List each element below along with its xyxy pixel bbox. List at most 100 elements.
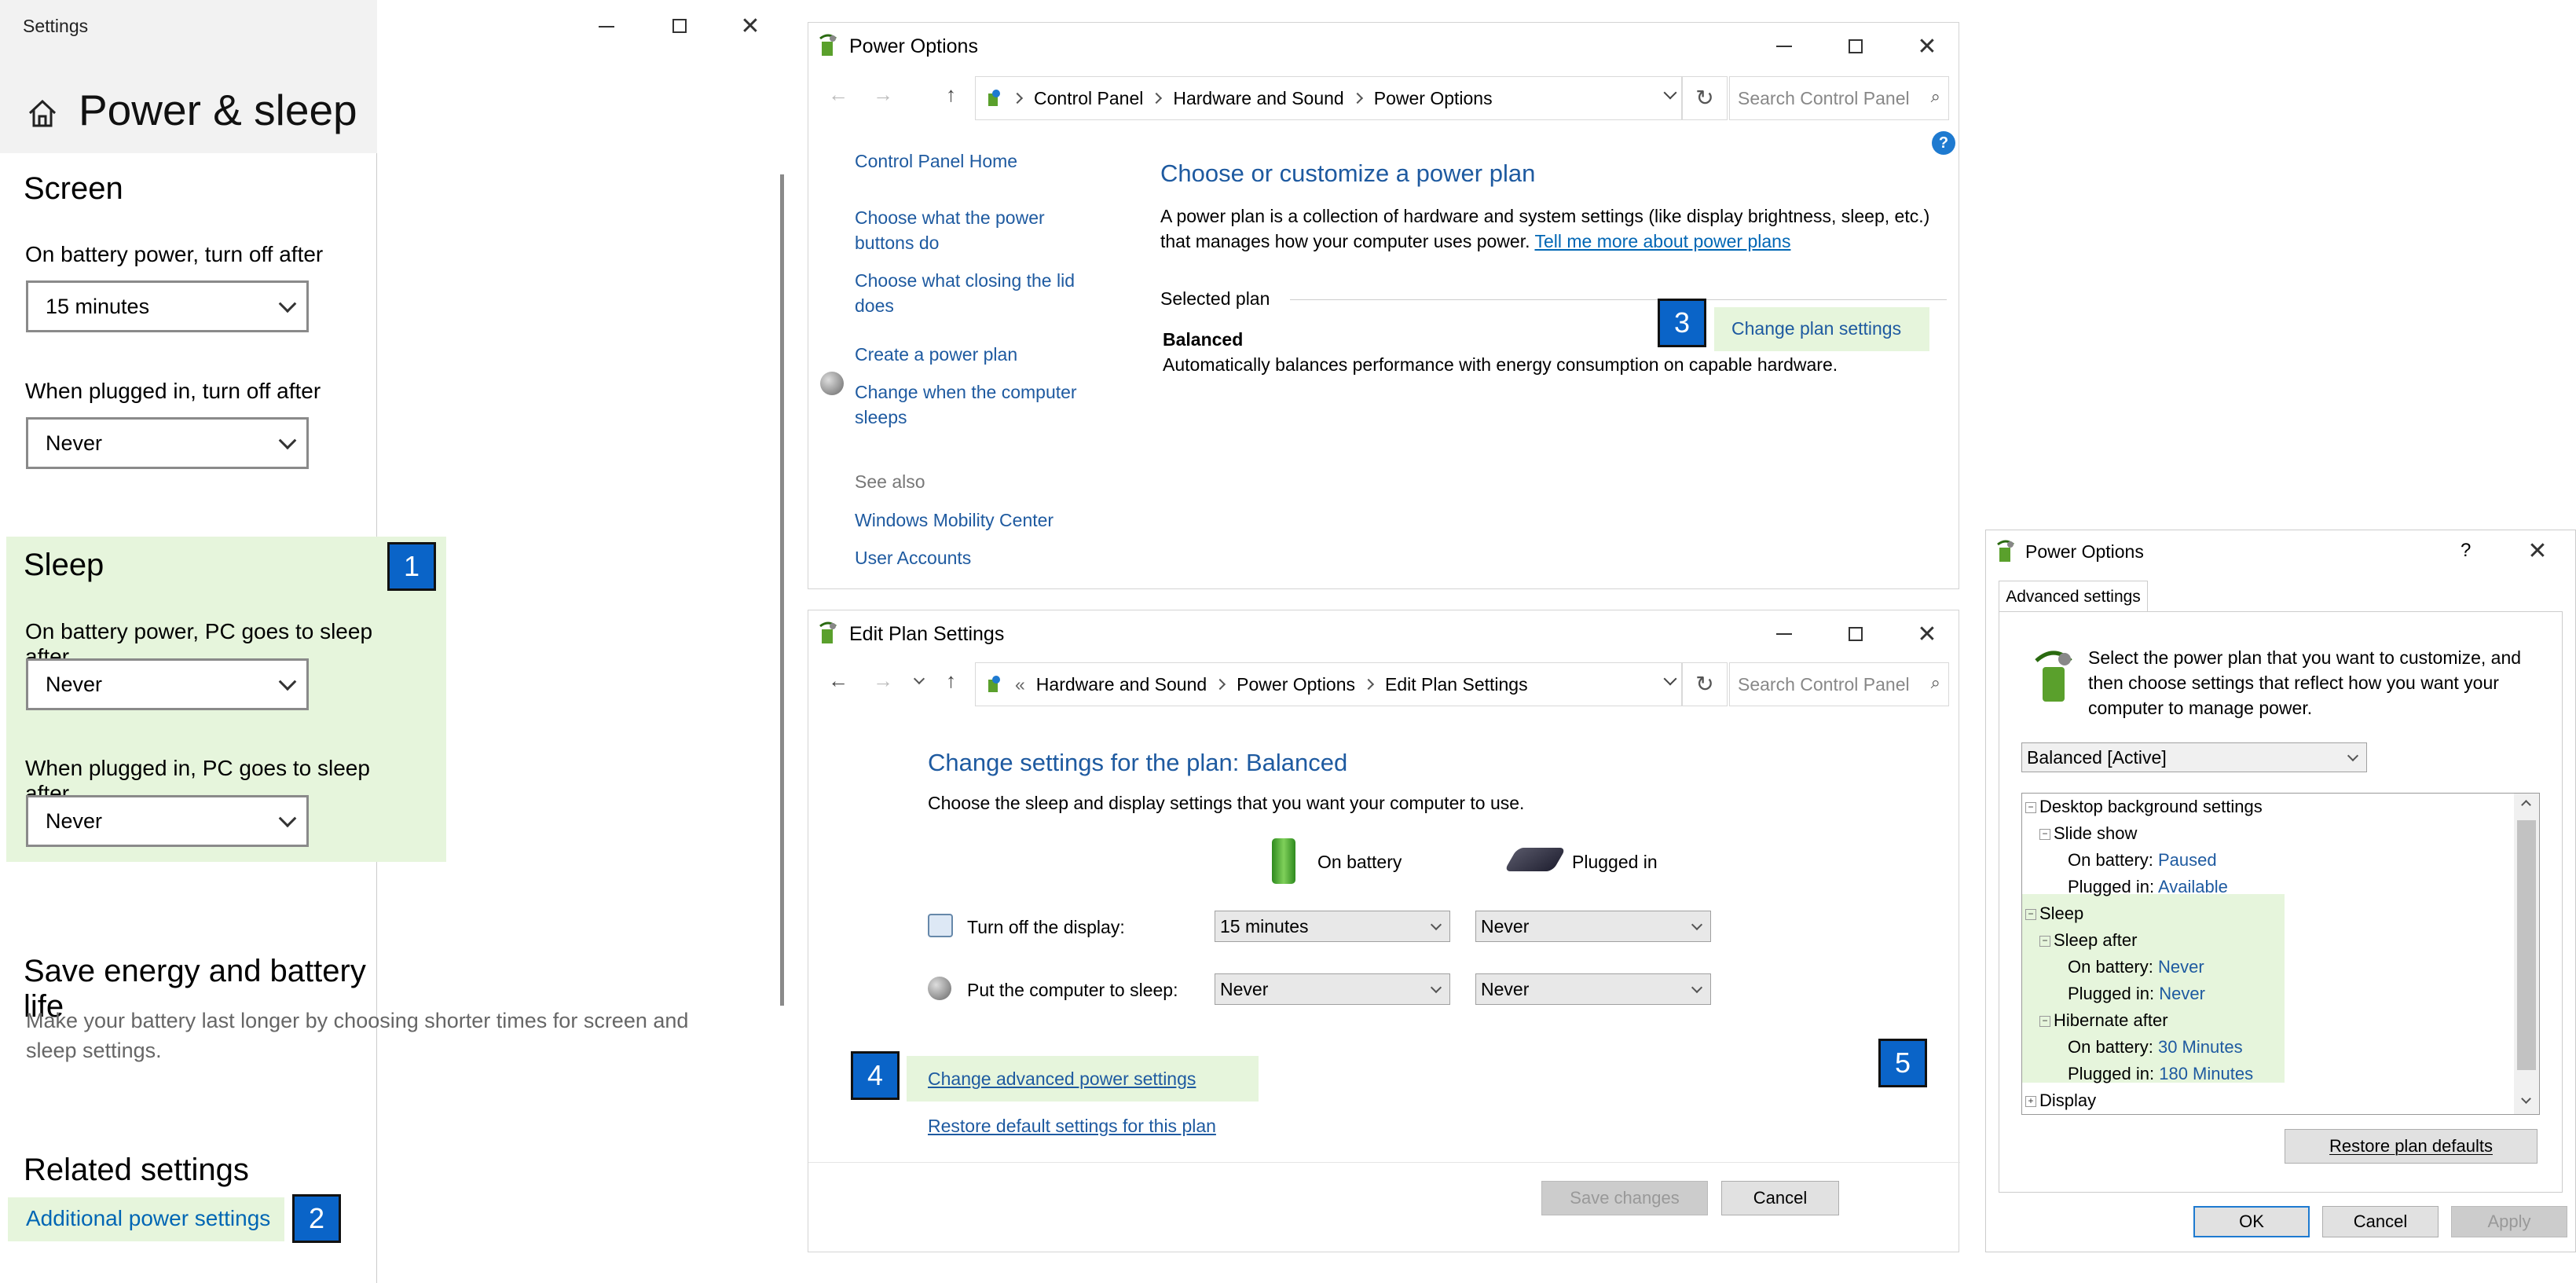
create-power-plan-link[interactable]: Create a power plan	[855, 342, 1017, 367]
tree-slide-battery[interactable]: On battery: Paused	[2025, 847, 2505, 874]
tree-scroll-thumb[interactable]	[2517, 820, 2536, 1070]
back-arrow-icon[interactable]: ←	[828, 82, 848, 107]
collapse-icon[interactable]: −	[2039, 829, 2050, 841]
close-button[interactable]: ✕	[1911, 31, 1943, 62]
mobility-center-link[interactable]: Windows Mobility Center	[855, 508, 1053, 533]
settings-tree[interactable]: − Desktop background settings − Slide show…	[2021, 793, 2540, 1115]
home-icon[interactable]	[25, 96, 60, 130]
address-bar[interactable]: « Hardware and Sound Power Options Edit …	[975, 662, 1682, 706]
tree-slide-plugged-value[interactable]: Available	[2158, 877, 2228, 896]
collapse-icon[interactable]: −	[2039, 1016, 2050, 1028]
ok-button[interactable]: OK	[2193, 1206, 2310, 1237]
advanced-cancel-button[interactable]: Cancel	[2322, 1206, 2439, 1237]
tree-desktop-bg[interactable]: − Desktop background settings	[2025, 794, 2505, 820]
advanced-settings-tab[interactable]: Advanced settings	[1999, 581, 2148, 612]
address-dropdown-icon[interactable]	[1663, 672, 1677, 686]
help-button[interactable]: ?	[2461, 540, 2471, 562]
breadcrumb-hardware-sound[interactable]: Hardware and Sound	[1036, 674, 1207, 695]
search-icon: ⌕	[1930, 86, 1940, 106]
tree-sleep-plugged[interactable]: Plugged in: Never	[2025, 981, 2505, 1007]
settings-window-title: Settings	[23, 16, 89, 36]
screen-battery-dropdown[interactable]: 15 minutes	[26, 280, 309, 332]
cancel-button[interactable]: Cancel	[1721, 1181, 1839, 1215]
breadcrumb-control-panel[interactable]: Control Panel	[1034, 88, 1143, 109]
restore-plan-defaults-button[interactable]: Restore plan defaults	[2285, 1129, 2538, 1164]
tree-sleep-battery[interactable]: On battery: Never	[2025, 954, 2505, 981]
sleep-plugged-dropdown[interactable]: Never	[26, 795, 309, 847]
maximize-button[interactable]	[664, 11, 695, 42]
breadcrumb-overflow-icon[interactable]: «	[1015, 674, 1025, 695]
tree-hib-battery-value[interactable]: 30 Minutes	[2158, 1037, 2243, 1057]
forward-arrow-icon[interactable]: →	[873, 669, 893, 693]
breadcrumb-power-options[interactable]: Power Options	[1237, 674, 1355, 695]
minimize-button[interactable]	[591, 11, 622, 42]
screen-battery-label: On battery power, turn off after	[25, 242, 324, 266]
change-advanced-settings-link[interactable]: Change advanced power settings	[928, 1066, 1196, 1091]
tree-hib-plugged[interactable]: Plugged in: 180 Minutes	[2025, 1061, 2505, 1087]
scroll-up-icon[interactable]	[2521, 800, 2531, 810]
display-plugged-select[interactable]: Never	[1475, 911, 1711, 942]
closing-lid-link[interactable]: Choose what closing the lid does	[855, 268, 1106, 318]
recent-locations-icon[interactable]	[913, 673, 925, 685]
refresh-button[interactable]: ↻	[1682, 662, 1728, 706]
power-buttons-link[interactable]: Choose what the power buttons do	[855, 205, 1090, 255]
breadcrumb-power-options[interactable]: Power Options	[1374, 88, 1493, 109]
minimize-button[interactable]	[1768, 31, 1800, 62]
tree-hib-battery[interactable]: On battery: 30 Minutes	[2025, 1034, 2505, 1061]
tree-sleep-battery-value[interactable]: Never	[2158, 957, 2204, 977]
screen-plugged-dropdown[interactable]: Never	[26, 417, 309, 469]
sleep-battery-dropdown[interactable]: Never	[26, 658, 309, 710]
maximize-button[interactable]	[1840, 618, 1871, 650]
tree-scrollbar[interactable]	[2514, 794, 2539, 1114]
chevron-down-icon	[1691, 918, 1703, 931]
scroll-down-icon[interactable]	[2521, 1094, 2531, 1104]
additional-power-settings-link[interactable]: Additional power settings	[26, 1206, 270, 1231]
settings-scrollbar[interactable]	[780, 174, 784, 1006]
search-box[interactable]: Search Control Panel ⌕	[1729, 76, 1949, 120]
breadcrumb-edit-plan[interactable]: Edit Plan Settings	[1385, 674, 1528, 695]
tree-hibernate-after[interactable]: − Hibernate after	[2025, 1007, 2505, 1034]
maximize-button[interactable]	[1840, 31, 1871, 62]
tree-hib-plugged-value[interactable]: 180 Minutes	[2159, 1064, 2253, 1083]
forward-arrow-icon[interactable]: →	[873, 82, 893, 107]
up-arrow-icon[interactable]: ↑	[946, 669, 956, 693]
back-arrow-icon[interactable]: ←	[828, 669, 848, 693]
tree-sleep-after[interactable]: − Sleep after	[2025, 927, 2505, 954]
restore-defaults-link[interactable]: Restore default settings for this plan	[928, 1113, 1216, 1138]
close-button[interactable]: ✕	[2522, 535, 2553, 566]
change-plan-settings-link[interactable]: Change plan settings	[1731, 316, 1901, 341]
collapse-icon[interactable]: −	[2025, 802, 2036, 814]
put-to-sleep-label: Put the computer to sleep:	[967, 980, 1178, 1000]
plan-select[interactable]: Balanced [Active]	[2021, 742, 2367, 772]
control-panel-home-link[interactable]: Control Panel Home	[855, 148, 1017, 174]
collapse-icon[interactable]: −	[2025, 909, 2036, 921]
tree-sleep-plugged-value[interactable]: Never	[2159, 984, 2205, 1003]
display-battery-value: 15 minutes	[1220, 915, 1309, 937]
help-icon[interactable]: ?	[1932, 131, 1955, 155]
tree-slide-plugged[interactable]: Plugged in: Available	[2025, 874, 2505, 900]
tree-display[interactable]: + Display	[2025, 1087, 2505, 1114]
close-button[interactable]: ✕	[1911, 618, 1943, 650]
sleep-battery-select[interactable]: Never	[1215, 973, 1450, 1005]
address-bar[interactable]: Control Panel Hardware and Sound Power O…	[975, 76, 1682, 120]
tell-me-more-link[interactable]: Tell me more about power plans	[1534, 231, 1790, 251]
expand-icon[interactable]: +	[2025, 1096, 2036, 1108]
minimize-button[interactable]	[1768, 618, 1800, 650]
search-box[interactable]: Search Control Panel ⌕	[1729, 662, 1949, 706]
breadcrumb-hardware-sound[interactable]: Hardware and Sound	[1173, 88, 1343, 109]
collapse-icon[interactable]: −	[2039, 936, 2050, 948]
tree-sleep[interactable]: − Sleep	[2025, 900, 2505, 927]
sleep-plugged-select[interactable]: Never	[1475, 973, 1711, 1005]
tree-slide-battery-value[interactable]: Paused	[2158, 850, 2217, 870]
close-button[interactable]: ✕	[735, 11, 766, 42]
user-accounts-link[interactable]: User Accounts	[855, 545, 971, 570]
display-battery-select[interactable]: 15 minutes	[1215, 911, 1450, 942]
address-dropdown-icon[interactable]	[1663, 86, 1677, 100]
up-arrow-icon[interactable]: ↑	[946, 82, 956, 107]
apply-button[interactable]: Apply	[2451, 1206, 2567, 1237]
save-changes-button[interactable]: Save changes	[1541, 1181, 1708, 1215]
tree-slide-show[interactable]: − Slide show	[2025, 820, 2505, 847]
chevron-down-icon	[1430, 918, 1442, 931]
change-sleep-link[interactable]: Change when the computer sleeps	[855, 379, 1106, 430]
refresh-button[interactable]: ↻	[1682, 76, 1728, 120]
